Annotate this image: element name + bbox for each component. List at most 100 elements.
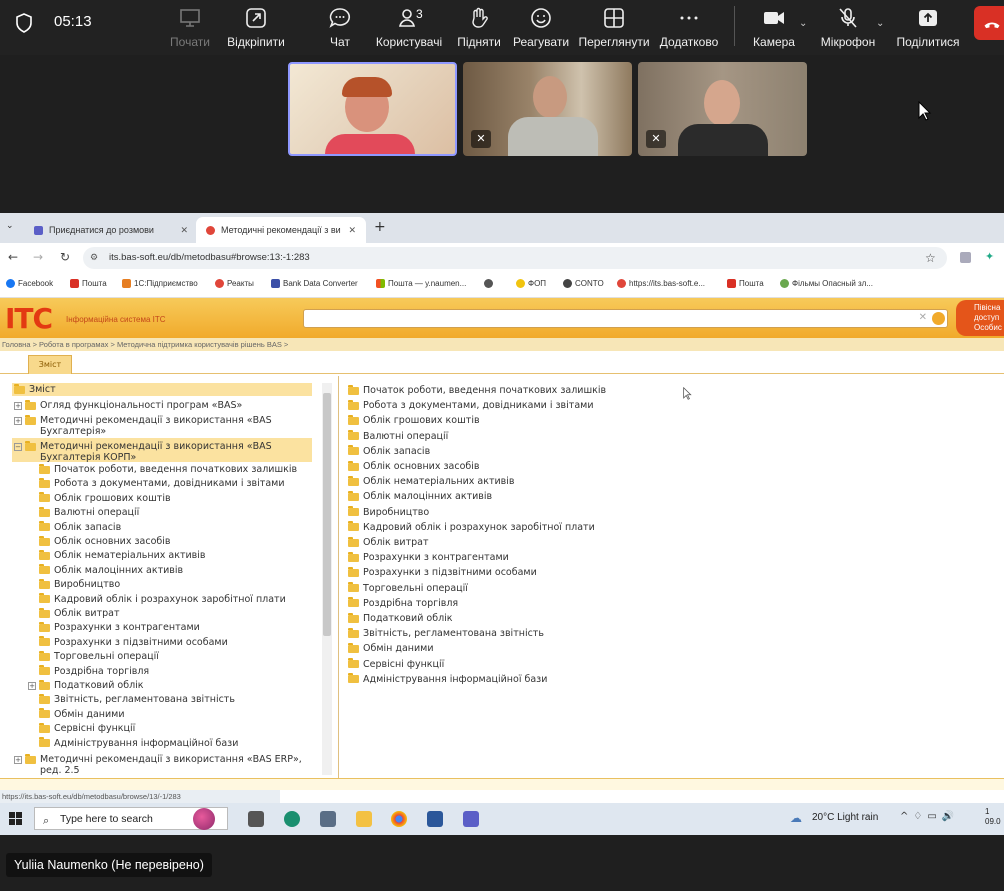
content-list-item[interactable]: Кадровий облік і розрахунок заробітної п… [348, 521, 595, 533]
tree-item[interactable]: Бухгалтерія» [40, 426, 106, 437]
tree-item[interactable]: Обмін даними [39, 708, 125, 720]
tree-item[interactable]: Робота з документами, довідниками і звіт… [39, 477, 285, 489]
tree-item[interactable]: Облік малоцінних активів [39, 564, 183, 576]
teams-icon[interactable] [463, 811, 479, 827]
bookmark-films[interactable]: Фільмы Опасный зл... [780, 279, 873, 288]
tree-item[interactable]: Розрахунки з контрагентами [39, 621, 200, 633]
close-icon[interactable]: ✕ [348, 225, 356, 236]
bookmark-1c[interactable]: 1С:Підприємство [122, 279, 198, 288]
back-icon[interactable]: ← [8, 250, 18, 264]
bookmark-mail[interactable]: Пошта [70, 279, 107, 288]
tree-item[interactable]: Виробництво [39, 578, 120, 590]
tree-item[interactable]: Звітність, регламентована звітність [39, 693, 235, 705]
content-list-item[interactable]: Адміністрування інформаційної бази [348, 673, 547, 685]
content-list-item[interactable]: Облік запасів [348, 445, 430, 457]
content-list-item[interactable]: Розрахунки з підзвітними особами [348, 566, 537, 578]
content-list-item[interactable]: Облік нематеріальних активів [348, 475, 515, 487]
clock[interactable]: 1 09.0 [985, 807, 1001, 827]
content-list-item[interactable]: Обмін даними [348, 642, 434, 654]
new-tab-icon[interactable]: + [374, 219, 386, 235]
tree-item[interactable]: Облік витрат [39, 607, 120, 619]
content-list-item[interactable]: Сервісні функції [348, 658, 444, 670]
tree-scrollbar[interactable] [322, 383, 332, 775]
content-list-item[interactable]: Розрахунки з контрагентами [348, 551, 509, 563]
view-button[interactable]: Переглянути [576, 0, 652, 55]
video-tile-participant-2[interactable]: ✕ [463, 62, 632, 156]
weather-text[interactable]: 20°C Light rain [812, 812, 878, 823]
clear-icon[interactable]: ✕ [919, 312, 927, 323]
bookmark-outlook[interactable]: Пошта — y.naumen... [376, 279, 466, 288]
tree-item[interactable]: Облік нематеріальних активів [39, 549, 206, 561]
expand-toggle-icon[interactable]: + [14, 416, 22, 425]
edge-icon[interactable] [284, 811, 300, 827]
tree-item[interactable]: Бухгалтерія КОРП» [40, 452, 136, 463]
tree-item[interactable]: Валютні операції [39, 506, 139, 518]
mic-button[interactable]: Мікрофон [816, 0, 880, 55]
tree-item[interactable]: Торговельні операції [39, 650, 159, 662]
tree-item[interactable]: Зміст [14, 383, 56, 395]
tree-item[interactable]: Кадровий облік і розрахунок заробітної п… [39, 593, 286, 605]
expand-toggle-icon[interactable]: + [28, 681, 36, 690]
bookmark-reacts[interactable]: Реакты [215, 279, 254, 288]
search-icon[interactable] [932, 312, 945, 325]
tree-item[interactable]: + Огляд функціональності програм «BAS» [14, 399, 242, 411]
tab-method-recommendations[interactable]: Методичні рекомендації з ви ✕ [196, 217, 366, 243]
tree-item[interactable]: Облік грошових коштів [39, 492, 171, 504]
url-field[interactable]: its.bas-soft.eu/db/metodbasu#browse:13:-… [83, 247, 947, 269]
tree-item[interactable]: Сервісні функції [39, 722, 135, 734]
bookmark-mail-2[interactable]: Пошта [727, 279, 764, 288]
react-button[interactable]: Реагувати [512, 0, 570, 55]
content-list-item[interactable]: Робота з документами, довідниками і звіт… [348, 399, 594, 411]
content-list-item[interactable]: Облік малоцінних активів [348, 490, 492, 502]
content-list-item[interactable]: Облік витрат [348, 536, 429, 548]
bookmark-bank-converter[interactable]: Bank Data Converter [271, 279, 358, 288]
content-list-item[interactable]: Виробництво [348, 506, 429, 518]
tab-list-chevron-icon[interactable]: ⌄ [6, 221, 14, 231]
close-icon[interactable]: ✕ [180, 225, 188, 236]
tree-item[interactable]: + Методичні рекомендації з використання «… [14, 753, 302, 765]
content-list-item[interactable]: Торговельні операції [348, 582, 468, 594]
extension-2-icon[interactable]: ✦ [985, 250, 994, 263]
tree-item[interactable]: Адміністрування інформаційної бази [39, 737, 238, 749]
app-icon[interactable] [427, 811, 443, 827]
tree-item[interactable]: Розрахунки з підзвітними особами [39, 636, 228, 648]
bookmark-fop[interactable]: ФОП [516, 279, 546, 288]
leave-button[interactable] [974, 6, 1004, 40]
star-icon[interactable]: ☆ [925, 251, 936, 265]
video-tile-presenter[interactable] [288, 62, 457, 156]
tab-contents[interactable]: Зміст [28, 355, 72, 374]
tree-item[interactable]: + Методичні рекомендації з використання «… [14, 414, 272, 426]
camera-chevron-down-icon[interactable]: ⌄ [799, 18, 807, 29]
tree-item[interactable]: Початок роботи, введення початкових зали… [39, 463, 297, 475]
share-button[interactable]: Поділитися [892, 0, 964, 55]
tab-join-call[interactable]: Приєднатися до розмови ✕ [24, 217, 196, 243]
users-button[interactable]: Користувачі [372, 0, 446, 55]
raise-hand-button[interactable]: Підняти [454, 0, 504, 55]
bookmark-facebook[interactable]: Facebook [6, 279, 53, 288]
expand-toggle-icon[interactable]: − [14, 442, 22, 451]
chat-button[interactable]: Чат [322, 0, 358, 55]
reload-icon[interactable]: ↻ [60, 250, 70, 264]
its-search-input[interactable]: ✕ [303, 309, 948, 328]
forward-icon[interactable]: → [33, 250, 43, 264]
extension-icon[interactable] [960, 252, 971, 263]
start-button[interactable]: Почати [168, 0, 212, 55]
content-list-item[interactable]: Податковий облік [348, 612, 453, 624]
content-list-item[interactable]: Звітність, регламентована звітність [348, 627, 544, 639]
site-settings-icon[interactable]: ⚙ [90, 253, 98, 263]
pane-divider[interactable] [338, 376, 339, 778]
content-list-item[interactable]: Початок роботи, введення початкових зали… [348, 384, 606, 396]
content-list-item[interactable]: Роздрібна торгівля [348, 597, 458, 609]
expand-toggle-icon[interactable]: + [14, 401, 22, 410]
scrollbar-thumb[interactable] [323, 393, 331, 636]
tree-item[interactable]: Облік основних засобів [39, 535, 171, 547]
promo-badge[interactable]: Півісна доступ Особис [956, 300, 1004, 336]
calculator-icon[interactable] [320, 811, 336, 827]
tree-item[interactable]: Роздрібна торгівля [39, 665, 149, 677]
bookmark-globe[interactable] [484, 279, 496, 288]
tree-item[interactable]: + Податковий облік [28, 679, 144, 691]
content-list-item[interactable]: Облік грошових коштів [348, 414, 480, 426]
content-list-item[interactable]: Облік основних засобів [348, 460, 480, 472]
content-list-item[interactable]: Валютні операції [348, 430, 448, 442]
undock-button[interactable]: Відкріпити [224, 0, 288, 55]
